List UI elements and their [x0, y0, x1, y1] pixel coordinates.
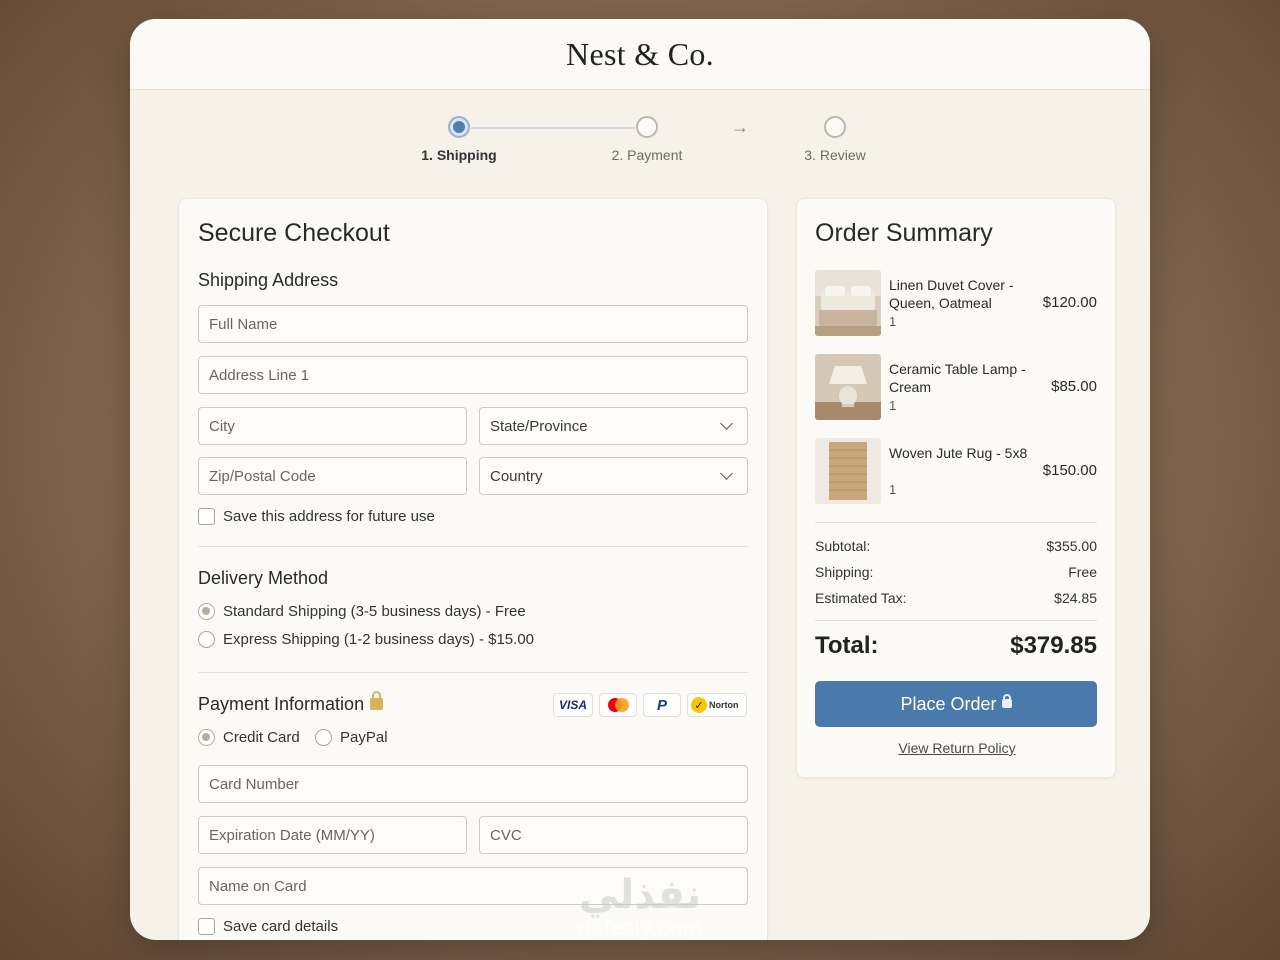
save-card-label: Save card details — [223, 918, 339, 935]
save-address-checkbox[interactable]: Save this address for future use — [198, 508, 435, 525]
norton-text: Norton — [709, 700, 739, 710]
item-name: Linen Duvet Cover - Queen, Oatmeal — [889, 277, 1014, 311]
state-select[interactable]: State/Province — [479, 407, 748, 445]
page-title: Secure Checkout — [198, 219, 390, 247]
place-order-label: Place Order — [900, 693, 997, 714]
item-name: Woven Jute Rug - 5x8 — [889, 445, 1028, 461]
item-price: $120.00 — [1042, 294, 1097, 311]
watermark-arabic: نفذلي — [578, 873, 702, 917]
save-address-label: Save this address for future use — [223, 508, 435, 525]
divider — [198, 672, 748, 673]
cart-item: Ceramic Table Lamp - Cream 1 $85.00 — [815, 354, 1097, 420]
lock-icon — [370, 691, 384, 711]
chevron-down-icon — [720, 467, 733, 480]
payment-brand-icons: VISA P ✓ Norton — [553, 693, 747, 717]
step-indicator-icon — [824, 116, 846, 138]
step-indicator-icon — [448, 116, 470, 138]
delivery-option-label: Express Shipping (1-2 business days) - $… — [223, 631, 535, 648]
lamp-thumbnail — [815, 354, 881, 420]
tax-value: $24.85 — [1054, 590, 1097, 606]
delivery-option-express[interactable]: Express Shipping (1-2 business days) - $… — [198, 631, 534, 648]
address-line1-field[interactable]: Address Line 1 — [198, 356, 748, 394]
lock-icon — [1001, 693, 1012, 708]
arrow-right-icon: → — [731, 117, 749, 137]
paypal-icon: P — [643, 693, 681, 717]
delivery-option-label: Standard Shipping (3-5 business days) - … — [223, 603, 526, 620]
payment-method-credit-card[interactable]: Credit Card — [198, 729, 300, 746]
payment-method-paypal[interactable]: PayPal — [315, 729, 388, 746]
checkbox-icon[interactable] — [198, 918, 215, 935]
total-value: $379.85 — [1010, 632, 1097, 659]
country-select[interactable]: Country — [479, 457, 748, 495]
item-price: $85.00 — [1051, 378, 1097, 395]
duvet-thumbnail — [815, 270, 881, 336]
place-order-button[interactable]: Place Order — [815, 681, 1097, 727]
checkout-stepper: → 1. Shipping 2. Payment 3. Review — [130, 116, 1150, 176]
step-payment[interactable]: 2. Payment — [587, 116, 707, 163]
tax-label: Estimated Tax: — [815, 590, 907, 606]
payment-method-label: Credit Card — [223, 729, 300, 746]
card-number-field[interactable]: Card Number — [198, 765, 748, 803]
step-shipping[interactable]: 1. Shipping — [399, 116, 519, 163]
radio-selected-icon[interactable] — [198, 603, 215, 620]
shipping-value: Free — [1068, 564, 1097, 580]
step-label: 3. Review — [804, 147, 866, 163]
mastercard-icon — [599, 693, 637, 717]
total-label: Total: — [815, 632, 879, 659]
subtotal-label: Subtotal: — [815, 538, 871, 554]
zip-field[interactable]: Zip/Postal Code — [198, 457, 467, 495]
full-name-field[interactable]: Full Name — [198, 305, 748, 343]
payment-heading-text: Payment Information — [198, 694, 365, 714]
state-select-value: State/Province — [490, 417, 588, 435]
total-row: Total: $379.85 — [815, 632, 1097, 660]
step-indicator-icon — [636, 116, 658, 138]
rug-thumbnail — [815, 438, 881, 504]
checkout-window: Nest & Co. → 1. Shipping 2. Payment 3. R… — [130, 19, 1150, 940]
payment-method-label: PayPal — [340, 729, 388, 746]
item-price: $150.00 — [1042, 462, 1097, 479]
country-select-value: Country — [490, 467, 543, 485]
payment-information-heading: Payment Information — [198, 691, 384, 715]
watermark: نفذلي nafezly.com — [560, 875, 720, 941]
radio-selected-icon[interactable] — [198, 729, 215, 746]
checkout-form-card: Secure Checkout Shipping Address Full Na… — [178, 198, 768, 940]
return-policy-link[interactable]: View Return Policy — [797, 740, 1117, 756]
step-review[interactable]: 3. Review — [775, 116, 895, 163]
shipping-address-heading: Shipping Address — [198, 270, 339, 290]
brand-logo[interactable]: Nest & Co. — [566, 36, 714, 73]
item-name: Ceramic Table Lamp - Cream — [889, 361, 1026, 395]
norton-secured-icon: ✓ Norton — [687, 693, 747, 717]
divider — [198, 546, 748, 547]
expiration-date-field[interactable]: Expiration Date (MM/YY) — [198, 816, 467, 854]
tax-row: Estimated Tax: $24.85 — [815, 590, 1097, 606]
watermark-latin: nafezly.com — [577, 915, 703, 940]
checkbox-icon[interactable] — [198, 508, 215, 525]
step-label: 1. Shipping — [421, 147, 497, 163]
item-quantity: 1 — [889, 314, 897, 329]
item-quantity: 1 — [889, 398, 897, 413]
delivery-option-standard[interactable]: Standard Shipping (3-5 business days) - … — [198, 603, 526, 620]
shipping-row: Shipping: Free — [815, 564, 1097, 580]
city-field[interactable]: City — [198, 407, 467, 445]
item-quantity: 1 — [889, 482, 897, 497]
radio-icon[interactable] — [198, 631, 215, 648]
delivery-method-heading: Delivery Method — [198, 568, 329, 588]
divider — [815, 620, 1097, 621]
chevron-down-icon — [720, 417, 733, 430]
radio-icon[interactable] — [315, 729, 332, 746]
subtotal-value: $355.00 — [1046, 538, 1097, 554]
cvc-field[interactable]: CVC — [479, 816, 748, 854]
cart-item: Woven Jute Rug - 5x8 1 $150.00 — [815, 438, 1097, 504]
order-summary-title: Order Summary — [815, 219, 993, 247]
divider — [815, 522, 1097, 523]
subtotal-row: Subtotal: $355.00 — [815, 538, 1097, 554]
shipping-label: Shipping: — [815, 564, 874, 580]
save-card-checkbox[interactable]: Save card details — [198, 918, 338, 935]
step-label: 2. Payment — [611, 147, 683, 163]
visa-icon: VISA — [553, 693, 593, 717]
cart-item: Linen Duvet Cover - Queen, Oatmeal 1 $12… — [815, 270, 1097, 336]
header-bar: Nest & Co. — [130, 19, 1150, 90]
order-summary-card: Order Summary Linen Duvet Cover - Queen,… — [796, 198, 1116, 778]
